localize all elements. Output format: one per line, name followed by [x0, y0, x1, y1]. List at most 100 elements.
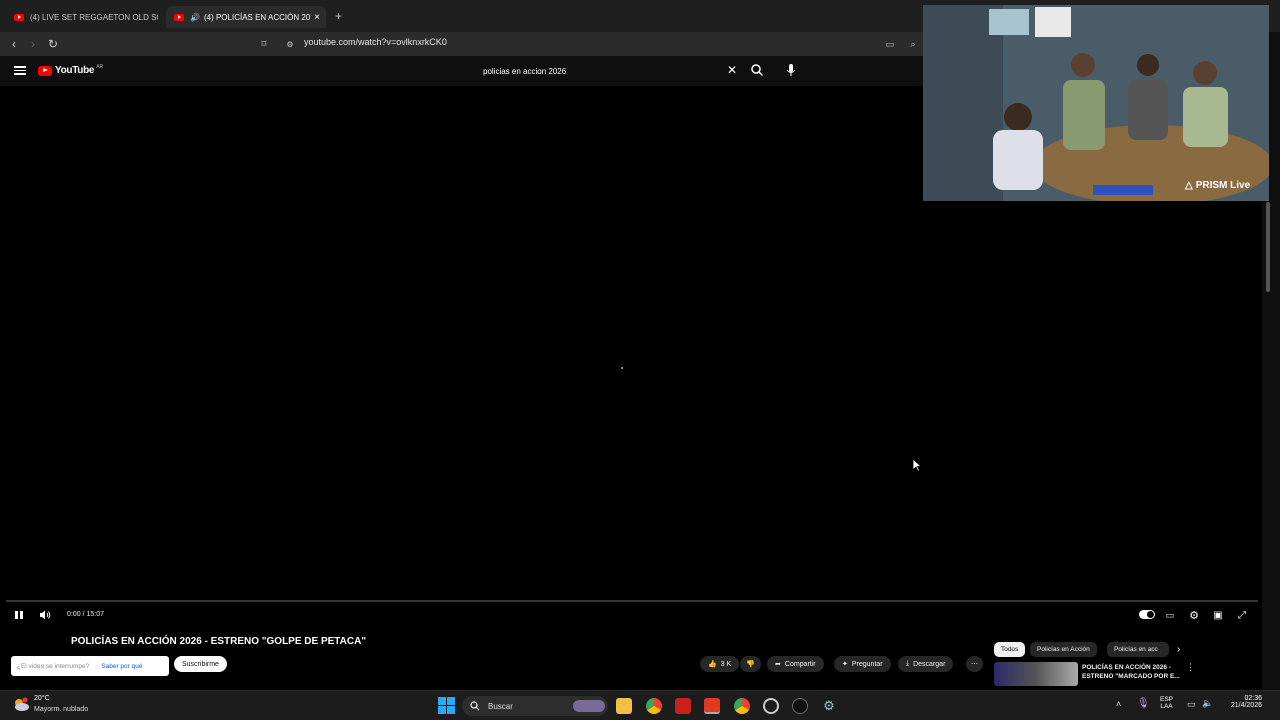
dislike-button[interactable]: 👎 [740, 656, 761, 672]
url-field[interactable]: youtube.com/watch?v=ovlknxrkCK0 [304, 37, 447, 47]
like-count: 3 K [720, 660, 732, 668]
network-icon[interactable]: ▭ [1187, 699, 1196, 710]
site-info-icon[interactable]: ⚙ [282, 36, 298, 52]
speaker-icon: 🔊 [190, 12, 200, 22]
acrobat-icon[interactable] [675, 698, 691, 714]
share-label: Compartir [784, 660, 816, 668]
settings-gear-icon[interactable]: ⚙ [1186, 607, 1202, 623]
taskbar-search-label: Buscar [488, 701, 513, 711]
youtube-logo-icon [38, 65, 52, 76]
weather-temp: 20°C [34, 695, 50, 702]
share-icon: ➦ [775, 661, 781, 668]
menu-icon[interactable] [14, 64, 26, 76]
chip-todos[interactable]: Todos [994, 642, 1026, 657]
volume-tray-icon[interactable]: 🔈 [1202, 698, 1213, 709]
chrome-icon[interactable] [646, 698, 662, 714]
new-tab-button[interactable]: + [335, 9, 342, 23]
sparkle-icon: ✦ [842, 661, 848, 668]
interrupt-banner: ¿El video se interrumpe? Saber por qué [11, 656, 169, 676]
youtube-favicon-icon [14, 13, 24, 21]
windows-start-icon[interactable] [438, 697, 455, 714]
tab-label: (4) LIVE SET REGGAETON OLD SCHO [30, 12, 158, 22]
youtube-favicon-icon [174, 13, 184, 21]
forward-icon[interactable]: › [25, 36, 41, 52]
prism-live-label: PRISM Live [1195, 180, 1251, 191]
cast-icon[interactable]: ▭ [882, 36, 898, 52]
youtube-logo-text: YouTube [55, 65, 95, 76]
youtube-header: YouTube AR ✕ [0, 56, 923, 86]
reload-icon[interactable]: ↻ [45, 36, 61, 52]
search-input[interactable] [474, 62, 744, 80]
clock[interactable]: 02:36 21/4/2026 [1222, 695, 1262, 709]
interrupt-text: ¿El video se interrumpe? [17, 662, 90, 670]
ask-button[interactable]: ✦ Preguntar [834, 656, 891, 672]
subscribe-button[interactable]: Suscribirme [174, 656, 227, 672]
autoplay-toggle[interactable] [1139, 610, 1155, 619]
subtitles-icon[interactable]: ▭ [1162, 607, 1178, 623]
taskbar-search[interactable]: Buscar [462, 696, 608, 716]
tab-label: (4) POLICÍAS EN ACCIÓN 20 [203, 12, 311, 22]
back-icon[interactable]: ‹ [6, 36, 22, 52]
brave-icon[interactable] [704, 698, 720, 714]
microphone-icon[interactable] [784, 63, 798, 77]
mouse-cursor-icon [912, 458, 923, 472]
time-display: 0:00 / 15:07 [67, 611, 104, 618]
download-label: Descargar [913, 660, 946, 668]
ask-label: Preguntar [851, 660, 883, 668]
player-controls: 0:00 / 15:07 ▭ ⚙ ▣ ⤢ [0, 604, 1262, 626]
volume-icon[interactable] [37, 607, 53, 623]
youtube-logo[interactable]: YouTube AR [38, 63, 104, 76]
download-icon: ⤓ [906, 660, 910, 667]
obs-icon[interactable] [792, 698, 808, 714]
fullscreen-icon[interactable]: ⤢ [1234, 607, 1250, 623]
clock-date: 21/4/2026 [1230, 702, 1262, 709]
clear-search-icon[interactable]: ✕ [727, 63, 737, 77]
up-next-menu-icon[interactable]: ⋮ [1186, 662, 1195, 673]
windows-taskbar: 20°C Mayorm. nublado Buscar ⚙ ˄ 🎙 ESP LA… [0, 690, 1280, 720]
close-tab-icon[interactable]: × [314, 12, 320, 23]
tab-policias[interactable]: 🔊 (4) POLICÍAS EN ACCIÓN 20 × [166, 6, 326, 28]
chip-policias-2[interactable]: Policías en acc [1107, 642, 1169, 657]
chip-policias[interactable]: Policías en Acción [1030, 642, 1097, 657]
like-button[interactable]: 👍 3 K [700, 656, 740, 672]
thumbs-down-icon: 👎 [746, 661, 755, 668]
scroll-thumb[interactable] [1266, 202, 1270, 292]
video-title: POLICÍAS EN ACCIÓN 2026 - ESTRENO "GOLPE… [71, 636, 367, 647]
tab-reggaeton[interactable]: (4) LIVE SET REGGAETON OLD SCHO [6, 6, 158, 28]
settings-icon[interactable]: ⚙ [821, 698, 837, 714]
download-button[interactable]: ⤓ Descargar [898, 656, 954, 672]
chrome-profile-icon[interactable] [734, 698, 750, 714]
chatgpt-icon[interactable] [763, 698, 779, 714]
clock-time: 02:36 [1244, 695, 1262, 702]
zoom-icon[interactable]: ⌕ [905, 36, 921, 52]
thumbs-up-icon: 👍 [708, 661, 717, 668]
bookmark-icon[interactable]: ⌑ [256, 36, 272, 52]
share-button[interactable]: ➦ Compartir [767, 656, 824, 672]
weather-icon[interactable] [12, 697, 30, 713]
file-explorer-icon[interactable] [616, 698, 632, 714]
address-bar: ‹ › ↻ ⌑ ⚙ youtube.com/watch?v=ovlknxrkCK… [0, 32, 923, 56]
prism-logo-icon: △ [1185, 180, 1193, 191]
keyboard-layout: LAA [1160, 703, 1173, 710]
country-code: AR [96, 63, 104, 70]
why-link[interactable]: Saber por qué [101, 663, 142, 670]
search-icon [470, 701, 480, 711]
search-highlight-image [573, 700, 605, 712]
more-horizontal-icon: ⋯ [971, 661, 978, 668]
webcam-image [923, 5, 1269, 201]
search-icon[interactable] [750, 63, 764, 77]
progress-bar[interactable] [6, 600, 1258, 602]
microphone-tray-icon[interactable]: 🎙 [1137, 698, 1150, 709]
weather-desc: Mayorm. nublado [34, 706, 89, 713]
language-indicator[interactable]: ESP LAA [1160, 696, 1173, 710]
pause-icon[interactable] [11, 607, 27, 623]
loading-indicator [621, 367, 623, 369]
theater-mode-icon[interactable]: ▣ [1210, 607, 1226, 623]
chevron-up-icon[interactable]: ˄ [1116, 699, 1121, 709]
more-actions-button[interactable]: ⋯ [966, 656, 983, 672]
webcam-overlay: △ PRISM Live [923, 5, 1269, 201]
up-next-title[interactable]: POLICÍAS EN ACCIÓN 2026 - ESTRENO "MARCA… [1082, 663, 1182, 681]
up-next-thumbnail[interactable] [994, 662, 1078, 686]
prism-live-watermark: △ PRISM Live [1185, 180, 1250, 191]
chevron-right-icon[interactable]: › [1177, 644, 1180, 655]
